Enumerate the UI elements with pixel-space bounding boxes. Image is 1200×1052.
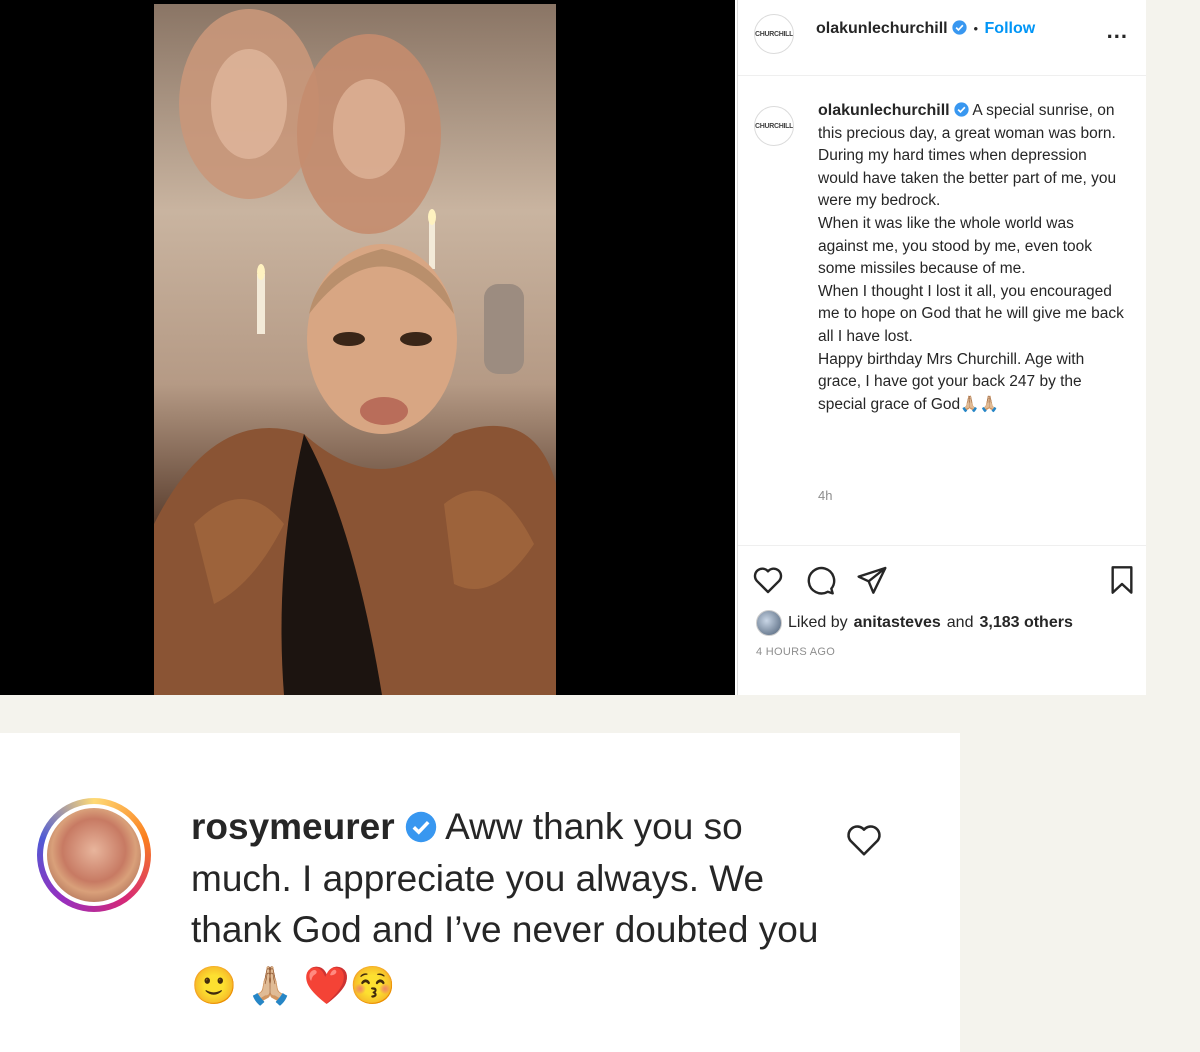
post-media[interactable] xyxy=(0,0,735,695)
liked-by-line: Liked by anitasteves and 3,183 others xyxy=(756,610,1073,636)
post-header: CHURCHILL olakunlechurchill • Follow ... xyxy=(738,0,1146,76)
author-avatar[interactable]: CHURCHILL xyxy=(754,14,794,54)
comment-text-container: rosymeurer Aww thank you so much. I appr… xyxy=(191,801,821,1011)
avatar-ring-gap xyxy=(43,804,145,906)
caption-block: CHURCHILL olakunlechurchill A special su… xyxy=(754,100,1134,530)
caption-logo-text: CHURCHILL xyxy=(754,122,794,130)
liked-others[interactable]: 3,183 others xyxy=(979,614,1072,632)
post-time-ago: 4 HOURS AGO xyxy=(756,646,836,658)
post-side-panel: CHURCHILL olakunlechurchill • Follow ...… xyxy=(737,0,1146,695)
header-user-line: olakunlechurchill • Follow xyxy=(816,20,1035,38)
caption-text-container: olakunlechurchill A special sunrise, on … xyxy=(818,100,1128,416)
follow-button[interactable]: Follow xyxy=(985,20,1036,37)
bookmark-icon[interactable] xyxy=(1106,564,1138,596)
comment-like-heart-icon[interactable] xyxy=(845,821,883,859)
header-username[interactable]: olakunlechurchill xyxy=(816,20,948,37)
heart-icon[interactable] xyxy=(752,564,784,596)
verified-badge-icon xyxy=(405,811,437,843)
caption-emoji: 🙏🏼🙏🏼 xyxy=(960,395,999,413)
post-actions: Liked by anitasteves and 3,183 others 4 … xyxy=(738,545,1146,696)
avatar-photo xyxy=(47,808,141,902)
liker-avatar[interactable] xyxy=(756,610,782,636)
paper-plane-icon[interactable] xyxy=(856,564,888,596)
caption-timestamp: 4h xyxy=(818,488,833,503)
author-logo-text: CHURCHILL xyxy=(754,30,794,38)
commenter-avatar[interactable] xyxy=(37,798,151,912)
verified-badge-icon xyxy=(952,20,967,35)
verified-badge-icon xyxy=(954,102,969,117)
comment-username[interactable]: rosymeurer xyxy=(191,806,395,847)
more-dots-icon[interactable]: ... xyxy=(1107,18,1128,44)
instagram-post: CHURCHILL olakunlechurchill • Follow ...… xyxy=(0,0,1146,695)
follow-separator: • xyxy=(973,21,979,36)
comment-emojis: 🙂 🙏🏼 ❤️😚 xyxy=(191,964,396,1006)
liked-and: and xyxy=(946,614,974,631)
caption-author-avatar[interactable]: CHURCHILL xyxy=(754,106,794,146)
caption-username[interactable]: olakunlechurchill xyxy=(818,102,950,119)
comment-card: rosymeurer Aww thank you so much. I appr… xyxy=(0,733,960,1052)
liked-user[interactable]: anitasteves xyxy=(854,614,941,632)
post-photo xyxy=(154,4,556,695)
liked-prefix: Liked by xyxy=(788,614,848,631)
caption-text: A special sunrise, on this precious day,… xyxy=(818,102,1124,413)
comment-bubble-icon[interactable] xyxy=(804,564,836,596)
photo-illustration xyxy=(154,9,556,695)
